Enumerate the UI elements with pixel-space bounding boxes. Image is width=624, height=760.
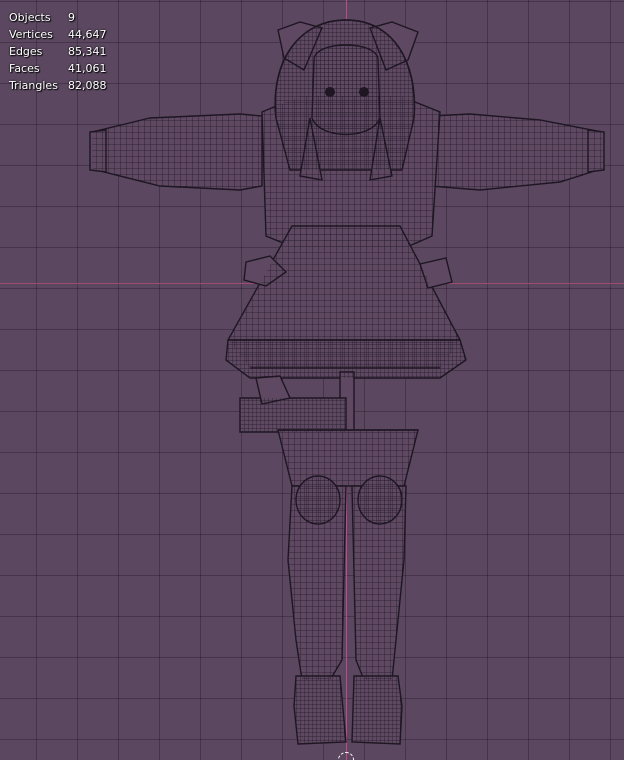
stat-label: Faces <box>9 62 40 75</box>
stat-value: 9 <box>68 11 75 24</box>
stat-label: Vertices <box>9 28 53 41</box>
stat-faces: Faces 41,061 <box>9 60 107 77</box>
left-eye <box>325 87 335 97</box>
stat-triangles: Triangles 82,088 <box>9 77 107 94</box>
stat-value: 82,088 <box>68 79 107 92</box>
stat-value: 44,647 <box>68 28 107 41</box>
stat-label: Edges <box>9 45 43 58</box>
stat-edges: Edges 85,341 <box>9 43 107 60</box>
wireframe-character-model[interactable] <box>0 0 624 760</box>
stat-value: 41,061 <box>68 62 107 75</box>
stat-label: Objects <box>9 11 51 24</box>
right-eye <box>359 87 369 97</box>
3d-viewport[interactable]: Objects 9 Vertices 44,647 Edges 85,341 F… <box>0 0 624 760</box>
stat-objects: Objects 9 <box>9 9 107 26</box>
statistics-overlay: Objects 9 Vertices 44,647 Edges 85,341 F… <box>9 9 107 94</box>
stat-label: Triangles <box>9 79 58 92</box>
stat-vertices: Vertices 44,647 <box>9 26 107 43</box>
stat-value: 85,341 <box>68 45 107 58</box>
